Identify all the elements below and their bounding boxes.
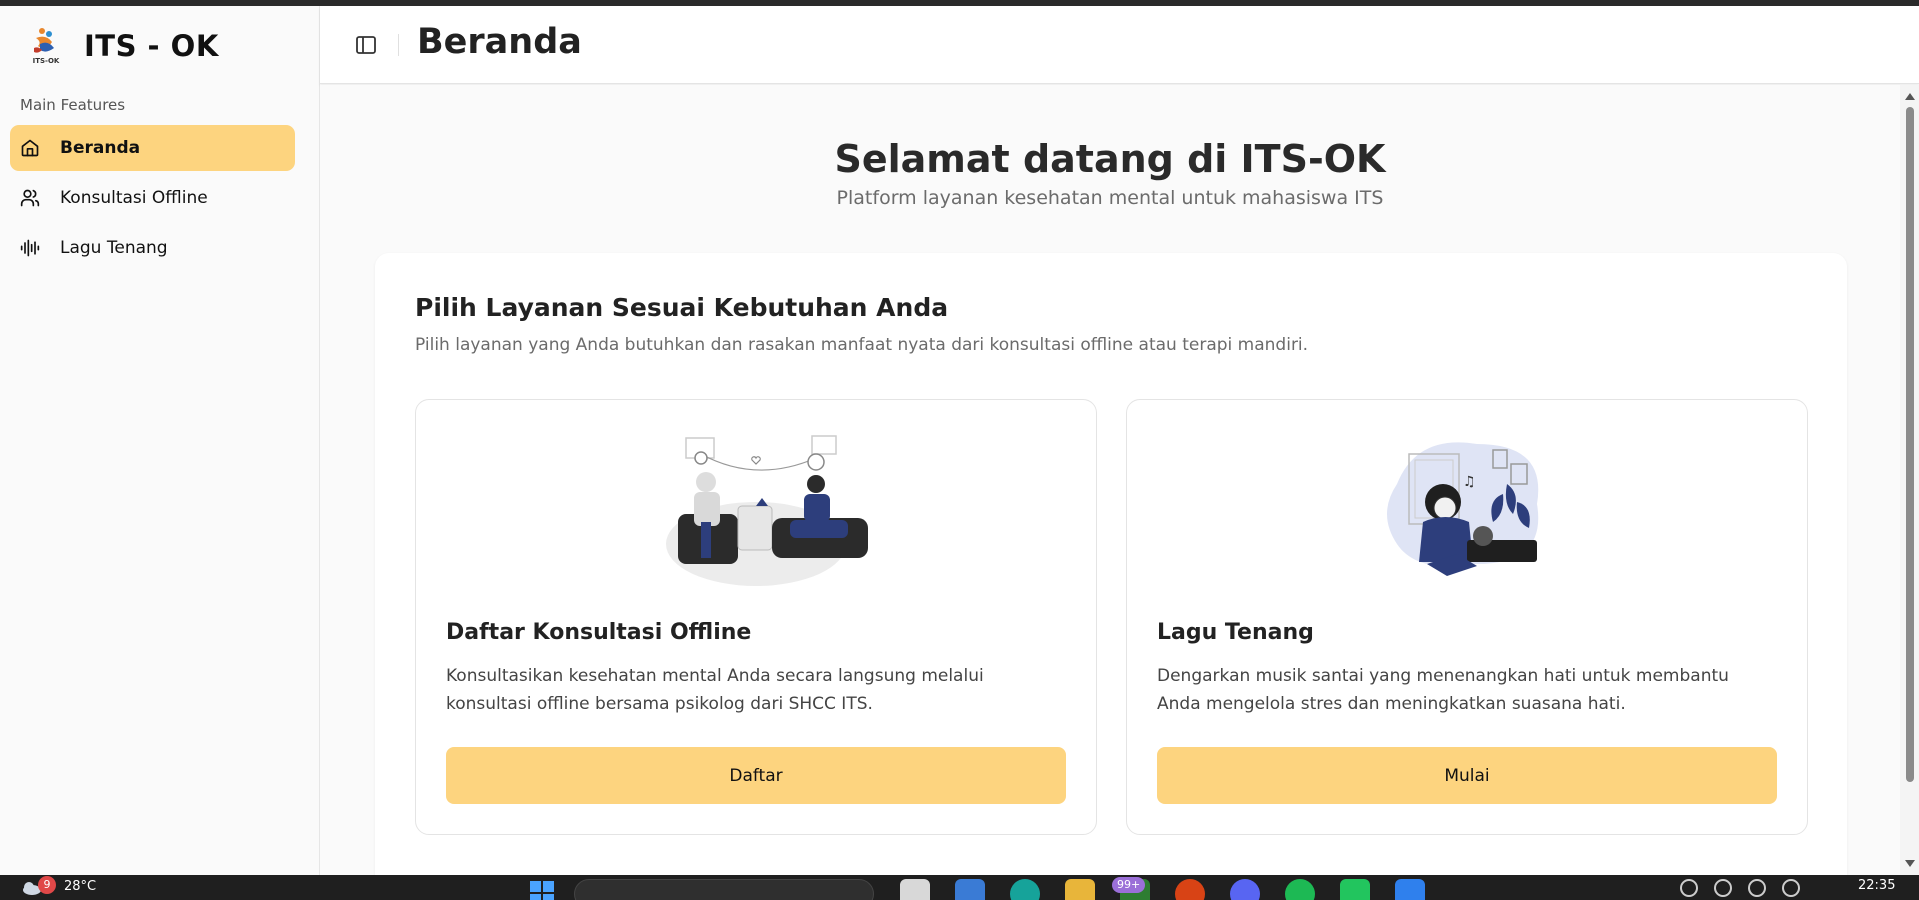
sidebar-section-label: Main Features [20,96,126,114]
volume-icon[interactable] [1748,879,1766,897]
brand[interactable]: ITS-OK ITS - OK [28,26,219,66]
weather-alert-badge: 9 [38,875,56,894]
wifi-icon[interactable] [1714,879,1732,897]
page-header: Beranda [320,6,1919,84]
card-title: Daftar Konsultasi Offline [446,620,752,645]
system-tray [1680,879,1816,897]
counseling-illustration [416,424,1098,594]
svg-text:ITS-OK: ITS-OK [33,57,60,65]
scroll-down-arrow-icon[interactable] [1905,860,1915,867]
copilot-icon[interactable] [955,879,985,900]
app-window: ITS-OK ITS - OK Main Features Beranda Ko… [0,6,1919,875]
weather-widget[interactable]: 9 28°C [22,875,97,895]
taskbar-apps: 99+ [528,877,1450,900]
cloud-icon: 9 [22,875,56,895]
tray-chevron-icon[interactable] [1680,879,1698,897]
sidebar-item-beranda[interactable]: Beranda [10,125,295,171]
windows-start-icon[interactable] [528,879,556,900]
service-card-konsultasi: Daftar Konsultasi Offline Konsultasikan … [415,399,1097,835]
sidebar-item-lagu-tenang[interactable]: Lagu Tenang [10,225,295,271]
services-title: Pilih Layanan Sesuai Kebutuhan Anda [415,293,949,322]
sidebar: ITS-OK ITS - OK Main Features Beranda Ko… [0,6,320,875]
app-with-badge-icon[interactable]: 99+ [1112,877,1150,900]
card-description: Konsultasikan kesehatan mental Anda seca… [446,666,984,714]
weather-temperature: 28°C [64,879,97,894]
sidebar-item-label: Lagu Tenang [60,238,168,258]
file-icon[interactable] [900,879,930,900]
sidebar-item-label: Konsultasi Offline [60,188,208,208]
card-title: Lagu Tenang [1157,620,1314,645]
audio-waveform-icon [20,238,40,258]
sidebar-item-label: Beranda [60,138,141,158]
spotify-icon[interactable] [1285,879,1315,900]
users-icon [20,188,40,208]
sidebar-item-konsultasi-offline[interactable]: Konsultasi Offline [10,175,295,221]
main-content: Selamat datang di ITS-OK Platform layana… [320,85,1900,875]
battery-icon[interactable] [1782,879,1800,897]
file-explorer-icon[interactable] [1065,879,1095,900]
home-icon [20,138,40,158]
scrollbar-thumb[interactable] [1906,107,1914,782]
vertical-scrollbar[interactable] [1900,85,1919,875]
svg-text:♫: ♫ [1463,474,1476,490]
welcome-subtitle: Platform layanan kesehatan mental untuk … [836,187,1384,209]
brand-name: ITS - OK [84,29,219,63]
taskbar-search-box[interactable] [574,879,874,900]
page-title: Beranda [417,22,582,62]
notification-count-badge: 99+ [1112,877,1146,893]
card-description: Dengarkan musik santai yang menenangkan … [1157,666,1729,714]
edge-browser-icon[interactable] [1010,879,1040,900]
music-listening-illustration: ♫ [1127,424,1809,594]
daftar-button[interactable]: Daftar [446,747,1066,804]
discord-icon[interactable] [1230,879,1260,900]
services-panel: Pilih Layanan Sesuai Kebutuhan Anda Pili… [375,253,1847,875]
sidebar-toggle-icon[interactable] [356,36,376,54]
services-subtitle: Pilih layanan yang Anda butuhkan dan ras… [415,335,1309,355]
welcome-title: Selamat datang di ITS-OK [834,137,1386,181]
header-divider [398,34,399,56]
taskbar-clock[interactable]: 22:35 [1858,878,1895,893]
scroll-up-arrow-icon[interactable] [1905,93,1915,100]
chrome-browser-icon[interactable] [1175,879,1205,900]
os-taskbar: 9 28°C 99+ 22:35 [0,875,1919,900]
service-card-lagu-tenang: ♫ Lagu Tenang Dengarkan musik santai yan… [1126,399,1808,835]
its-ok-logo-icon: ITS-OK [28,26,64,66]
line-chat-icon[interactable] [1340,879,1370,900]
sidebar-nav: Beranda Konsultasi Offline Lagu Tenang [10,125,295,275]
vscode-icon[interactable] [1395,879,1425,900]
mulai-button[interactable]: Mulai [1157,747,1777,804]
